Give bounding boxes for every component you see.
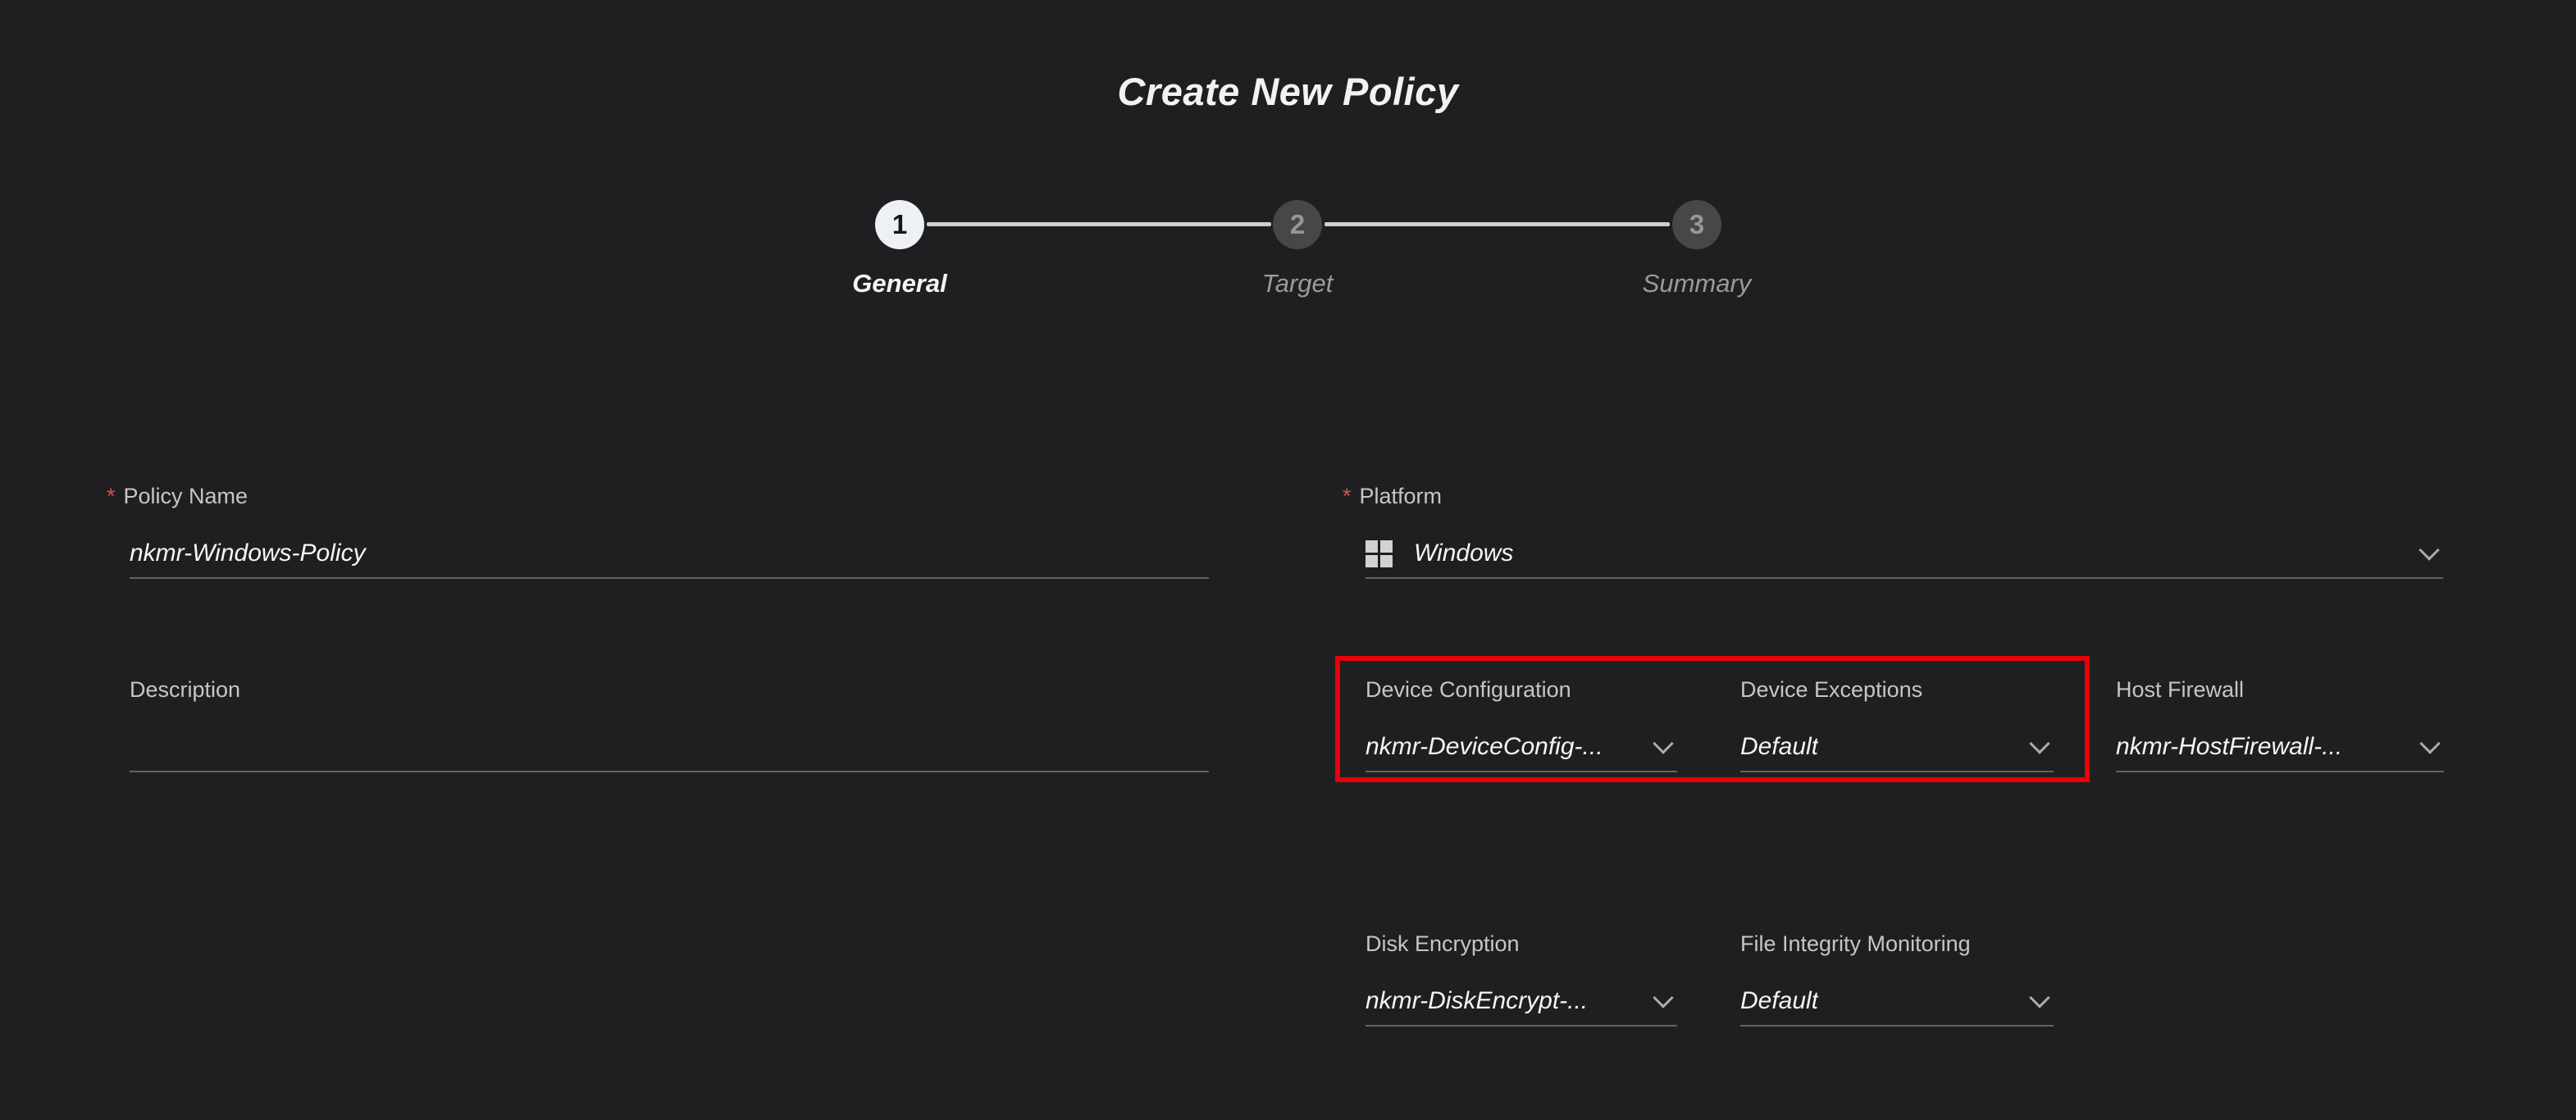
chevron-down-icon	[1653, 987, 1673, 1008]
chevron-down-icon	[1653, 733, 1673, 753]
host-firewall-label: Host Firewall	[2116, 676, 2444, 703]
file-integrity-monitoring-label: File Integrity Monitoring	[1740, 930, 2054, 958]
device-exceptions-label: Device Exceptions	[1740, 676, 2054, 703]
device-configuration-label: Device Configuration	[1366, 676, 1677, 703]
platform-field: *Platform Windows	[1366, 482, 2443, 579]
host-firewall-field: Host Firewall nkmr-HostFirewall-...	[2116, 676, 2444, 772]
step-number: 1	[892, 209, 907, 240]
stepper-connector-1	[927, 222, 1271, 226]
stepper-connector-2	[1324, 222, 1670, 226]
disk-encryption-select[interactable]: nkmr-DiskEncrypt-...	[1366, 987, 1677, 1015]
disk-encryption-value: nkmr-DiskEncrypt-...	[1366, 987, 1588, 1015]
description-label: Description	[130, 676, 1209, 703]
policy-name-field: *Policy Name	[130, 482, 1209, 579]
chevron-down-icon	[2029, 987, 2049, 1008]
policy-name-label: *Policy Name	[130, 482, 1209, 510]
page-title: Create New Policy	[0, 69, 2576, 114]
required-asterisk: *	[107, 484, 116, 508]
host-firewall-value: nkmr-HostFirewall-...	[2116, 733, 2342, 761]
windows-logo-icon	[1366, 540, 1393, 567]
step-number: 2	[1290, 209, 1305, 240]
step-circle-target[interactable]: 2	[1273, 200, 1322, 249]
disk-encryption-label: Disk Encryption	[1366, 930, 1677, 958]
description-value-row	[130, 733, 1209, 761]
step-circle-general[interactable]: 1	[875, 200, 924, 249]
file-integrity-monitoring-select[interactable]: Default	[1740, 987, 2054, 1015]
step-label-general: General	[852, 269, 946, 298]
device-configuration-select[interactable]: nkmr-DeviceConfig-...	[1366, 733, 1677, 761]
file-integrity-monitoring-value: Default	[1740, 987, 1818, 1015]
host-firewall-select[interactable]: nkmr-HostFirewall-...	[2116, 733, 2444, 761]
step-label-target: Target	[1262, 269, 1334, 298]
policy-name-input[interactable]	[130, 540, 1209, 567]
file-integrity-monitoring-field: File Integrity Monitoring Default	[1740, 930, 2054, 1027]
platform-label: *Platform	[1366, 482, 2443, 510]
step-number: 3	[1689, 209, 1704, 240]
chevron-down-icon	[2029, 733, 2049, 753]
step-label-summary: Summary	[1643, 269, 1752, 298]
platform-select[interactable]: Windows	[1366, 540, 2443, 567]
device-exceptions-value: Default	[1740, 733, 1818, 761]
disk-encryption-field: Disk Encryption nkmr-DiskEncrypt-...	[1366, 930, 1677, 1027]
platform-value: Windows	[1414, 540, 1513, 567]
policy-name-value-row	[130, 540, 1209, 567]
create-policy-wizard: Create New Policy 1 2 3 General Target S…	[0, 0, 2576, 1120]
description-input[interactable]	[130, 733, 1209, 761]
device-exceptions-field: Device Exceptions Default	[1740, 676, 2054, 772]
chevron-down-icon	[2419, 540, 2439, 560]
description-field: Description	[130, 676, 1209, 772]
device-configuration-value: nkmr-DeviceConfig-...	[1366, 733, 1603, 761]
device-exceptions-select[interactable]: Default	[1740, 733, 2054, 761]
chevron-down-icon	[2419, 733, 2440, 753]
required-asterisk: *	[1343, 484, 1352, 508]
device-configuration-field: Device Configuration nkmr-DeviceConfig-.…	[1366, 676, 1677, 772]
step-circle-summary[interactable]: 3	[1672, 200, 1721, 249]
